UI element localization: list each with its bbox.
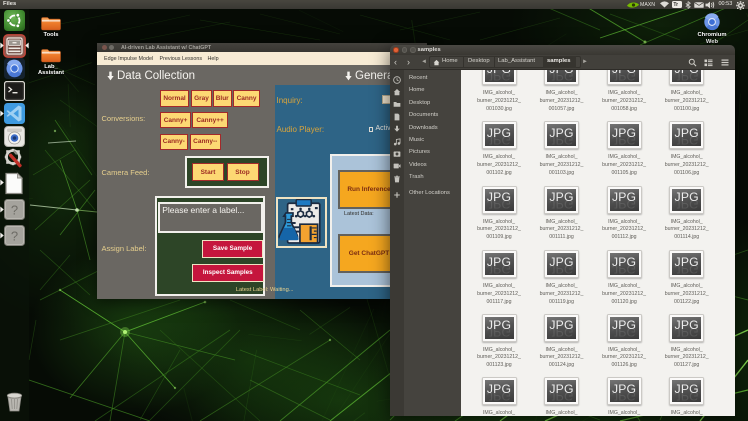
svg-text:?: ? — [11, 229, 18, 244]
svg-text:?: ? — [11, 203, 18, 218]
